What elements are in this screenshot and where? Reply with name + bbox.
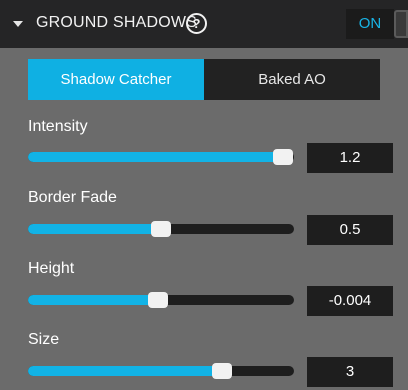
size-label: Size — [28, 331, 60, 348]
border-fade-label: Border Fade — [28, 189, 117, 206]
height-slider[interactable] — [28, 292, 294, 308]
toggle-on-label: ON — [346, 9, 394, 39]
tab-baked-ao[interactable]: Baked AO — [204, 59, 380, 100]
toggle-knob[interactable] — [394, 10, 408, 38]
intensity-value-field[interactable]: 1.2 — [307, 143, 393, 173]
height-label: Height — [28, 260, 75, 277]
ground-shadows-toggle[interactable]: ON — [346, 9, 408, 39]
size-slider[interactable] — [28, 363, 294, 379]
size-slider-fill — [28, 366, 222, 376]
height-slider-fill — [28, 295, 158, 305]
collapse-triangle-icon[interactable] — [13, 21, 23, 27]
border-fade-slider-thumb[interactable] — [151, 221, 171, 237]
size-slider-thumb[interactable] — [212, 363, 232, 379]
border-fade-slider[interactable] — [28, 221, 294, 237]
height-value-field[interactable]: -0.004 — [307, 286, 393, 316]
border-fade-value-field[interactable]: 0.5 — [307, 215, 393, 245]
help-icon[interactable]: ? — [186, 13, 207, 34]
panel-header: GROUND SHADOWS ? ON — [0, 0, 408, 48]
size-value-field[interactable]: 3 — [307, 357, 393, 387]
intensity-slider[interactable] — [28, 149, 294, 165]
panel-title[interactable]: GROUND SHADOWS — [36, 14, 197, 32]
intensity-slider-fill — [28, 152, 283, 162]
intensity-label: Intensity — [28, 118, 88, 135]
intensity-slider-thumb[interactable] — [273, 149, 293, 165]
border-fade-slider-fill — [28, 224, 161, 234]
mode-segmented-control: Shadow Catcher Baked AO — [28, 59, 380, 100]
tab-shadow-catcher[interactable]: Shadow Catcher — [28, 59, 204, 100]
height-slider-thumb[interactable] — [148, 292, 168, 308]
